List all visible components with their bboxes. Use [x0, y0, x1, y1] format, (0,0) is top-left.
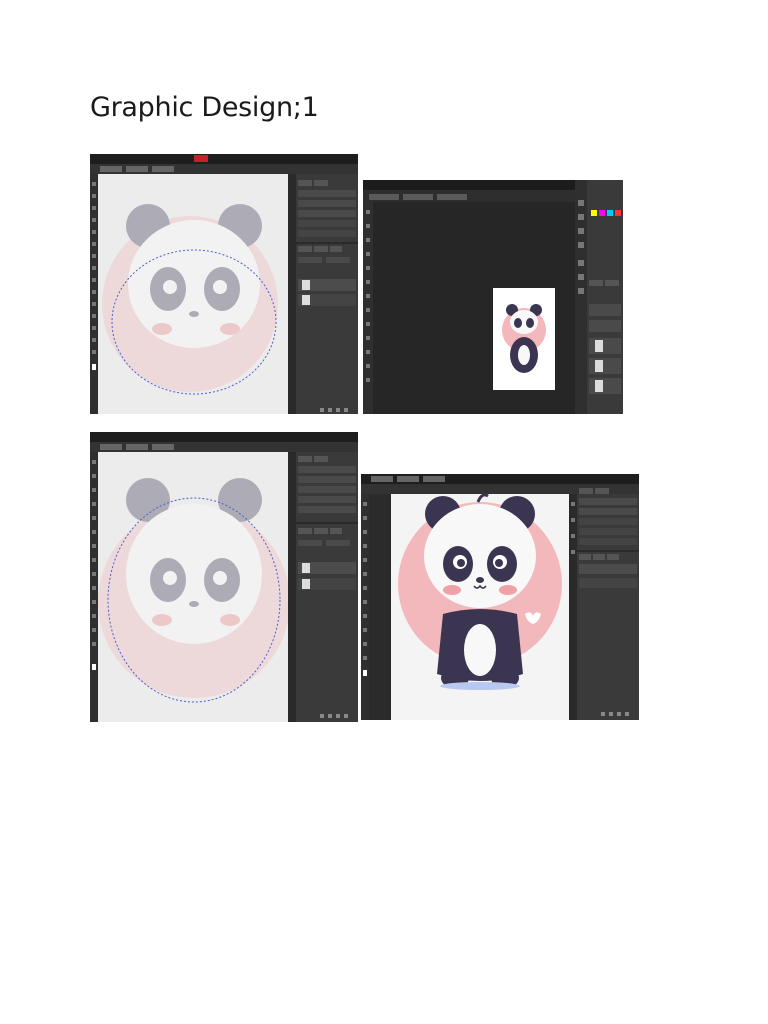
page-title: Graphic Design;1: [90, 92, 319, 123]
screenshot-editor-selection-1: [90, 154, 358, 414]
screenshot-editor-final: [361, 474, 639, 720]
panda-illustration: [102, 204, 278, 392]
screenshot-editor-selection-2: [90, 432, 358, 722]
screenshot-editor-thumbnail: [363, 180, 623, 414]
